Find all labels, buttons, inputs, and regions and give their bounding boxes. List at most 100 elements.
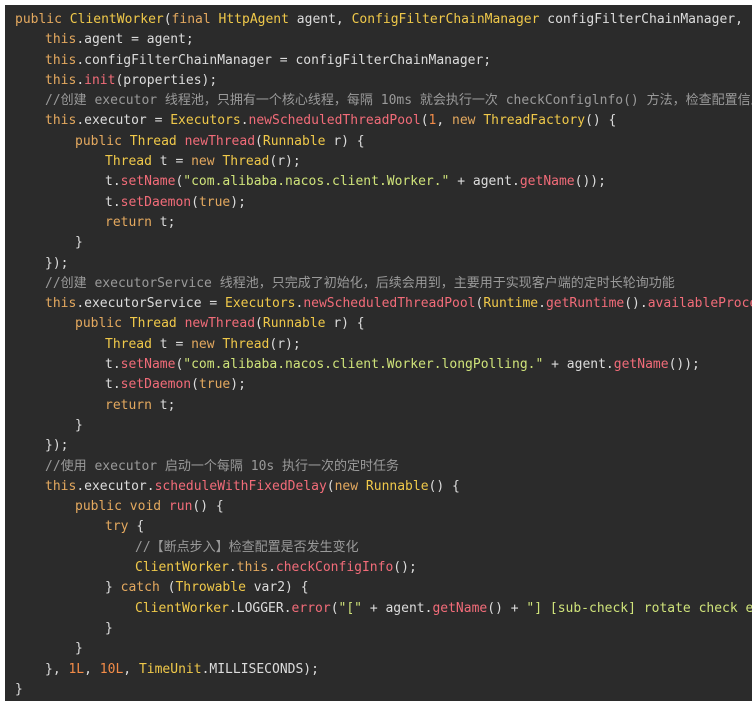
code-token: t; [159, 397, 176, 413]
code-token: ); [230, 377, 246, 393]
code-token: new [191, 336, 223, 352]
code-line: public void run() { [5, 497, 752, 517]
code-line: public Thread newThread(Runnable r) { [5, 314, 752, 334]
code-token: Thread [222, 154, 270, 170]
code-token: Executors [225, 296, 296, 312]
code-line: ClientWorker.this.checkConfigInfo(); [5, 558, 752, 578]
code-line: }, 1L, 10L, TimeUnit.MILLISECONDS); [5, 660, 752, 680]
code-token: (r); [269, 154, 301, 170]
code-token: setName [120, 357, 176, 373]
code-token: setName [120, 174, 176, 190]
code-token: agent, [296, 12, 352, 27]
code-line: return t; [5, 396, 752, 416]
code-token: this [45, 32, 77, 48]
code-token: }); [45, 438, 69, 454]
code-token: public [75, 316, 130, 332]
code-token: t. [105, 174, 121, 190]
code-line: //使用 executor 启动一个每隔 10s 执行一次的定时任务 [5, 457, 752, 477]
code-line: return t; [5, 213, 752, 233]
code-token: } [75, 417, 83, 433]
code-token: "] [sub-check] rotate check error" [526, 600, 752, 616]
code-token: . [228, 560, 237, 576]
code-token: , [84, 661, 100, 677]
code-line: try { [5, 517, 752, 537]
code-token: this [45, 72, 77, 88]
code-token: .agent = agent; [76, 32, 194, 48]
code-line: this.init(properties); [5, 71, 752, 91]
code-token: ThreadFactory [483, 113, 586, 129]
code-token: catch [120, 580, 168, 596]
code-token: getRuntime [545, 296, 625, 312]
code-token: r) { [333, 133, 365, 149]
code-token: scheduleWithFixedDelay [154, 478, 327, 494]
code-line: }); [5, 254, 752, 274]
code-token: setDaemon [120, 377, 192, 393]
code-token: this [45, 478, 77, 494]
code-token: public void [75, 499, 169, 515]
code-token: . [76, 72, 85, 88]
code-line: this.agent = agent; [5, 30, 752, 50]
code-line: ClientWorker.LOGGER.error("[" + agent.ge… [5, 599, 752, 619]
code-token: } [75, 235, 83, 251]
code-token: Throwable [175, 580, 254, 596]
code-token: ); [230, 194, 246, 210]
code-token: run [168, 499, 193, 515]
code-token: Thread [105, 154, 160, 170]
code-token: getName [432, 600, 488, 616]
code-token: ( [163, 12, 172, 27]
code-token: setDaemon [120, 194, 192, 210]
code-token: } [105, 580, 121, 596]
code-line: //创建 executorService 线程池，只完成了初始化，后续会用到，主… [5, 274, 752, 294]
code-token: init [84, 72, 116, 88]
code-token: error [291, 600, 331, 616]
code-token: 10L [99, 661, 124, 677]
code-token: getName [519, 174, 575, 190]
code-line: public ClientWorker(final HttpAgent agen… [5, 10, 752, 30]
code-token: .MILLISECONDS); [201, 661, 319, 677]
code-token: return [105, 214, 160, 230]
code-token: t. [105, 194, 121, 210]
code-token: t. [105, 377, 121, 393]
code-token: Thread [129, 133, 185, 149]
code-token: //创建 executor 线程池，只拥有一个核心线程，每隔 10ms 就会执行… [45, 93, 752, 109]
code-token: () { [192, 499, 224, 515]
code-token: configFilterChainManager, [547, 12, 751, 27]
code-token: public [75, 133, 130, 149]
code-token: public [15, 12, 70, 27]
code-token: //【断点步入】检查配置是否发生变化 [135, 539, 359, 555]
code-token: newScheduledThreadPool [303, 296, 476, 312]
code-line: public Thread newThread(Runnable r) { [5, 132, 752, 152]
code-line: } [5, 680, 752, 700]
code-line: } [5, 639, 752, 659]
code-token: ( [326, 478, 335, 494]
code-line: Thread t = new Thread(r); [5, 152, 752, 172]
code-block: public ClientWorker(final HttpAgent agen… [5, 10, 752, 700]
code-token: t. [105, 357, 121, 373]
code-token: + agent. [362, 600, 433, 616]
code-token: true [198, 194, 231, 210]
code-line: this.executor.scheduleWithFixedDelay(new… [5, 477, 752, 497]
code-token: } [75, 641, 83, 657]
code-token: Thread [105, 336, 160, 352]
code-token: Thread [129, 316, 185, 332]
code-line: }); [5, 436, 752, 456]
code-token: ClientWorker [135, 600, 229, 616]
code-token: ClientWorker [69, 12, 164, 27]
code-line: t.setName("com.alibaba.nacos.client.Work… [5, 172, 752, 192]
code-token: Thread [222, 336, 270, 352]
code-token: . [240, 113, 249, 129]
code-token: ()); [668, 357, 700, 373]
code-token: + agent. [449, 174, 520, 190]
code-token: var2) { [253, 580, 309, 596]
code-line: t.setName("com.alibaba.nacos.client.Work… [5, 355, 752, 375]
code-token: () + [487, 600, 527, 616]
code-token: }); [45, 255, 69, 271]
code-token: true [198, 377, 231, 393]
code-token: (r); [269, 336, 301, 352]
code-token: try [105, 519, 137, 535]
code-token: 1L [68, 661, 85, 677]
code-token: }, [45, 661, 69, 677]
code-token: (). [624, 296, 648, 312]
code-token: "[" [338, 600, 362, 616]
code-token: new [334, 478, 366, 494]
